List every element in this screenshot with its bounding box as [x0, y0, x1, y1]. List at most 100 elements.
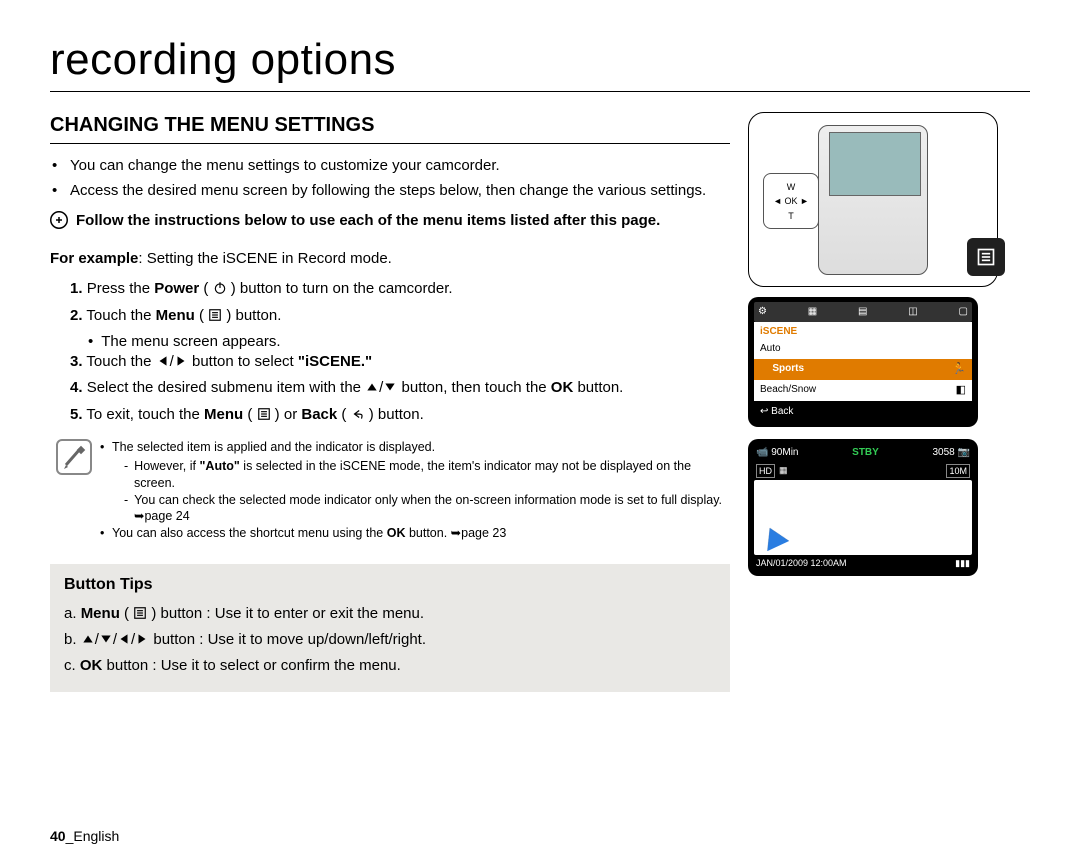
battery-icon: ▮▮▮: [955, 557, 970, 569]
step-2-sub: The menu screen appears.: [70, 332, 730, 352]
page-title: recording options: [50, 30, 1030, 92]
left-triangle-icon: [117, 632, 131, 646]
t: button.: [573, 379, 623, 396]
device-illustration: [748, 112, 998, 287]
intro-item: Access the desired menu screen by follow…: [70, 181, 730, 201]
viewfinder: [754, 480, 972, 555]
up-triangle-icon: [365, 380, 379, 394]
step-2: 2. Touch the Menu ( ) button.: [70, 306, 730, 326]
menu-icon: [257, 407, 271, 421]
t: Power: [154, 280, 199, 297]
down-triangle-icon: [383, 380, 397, 394]
back-icon: [351, 407, 365, 421]
note-icon: [56, 439, 92, 475]
menu-icon: [208, 308, 222, 322]
t: a.: [64, 605, 81, 622]
grid-icon: ▦: [779, 464, 788, 478]
t: (: [337, 406, 350, 423]
t: Touch the: [86, 307, 155, 324]
runner-icon: 🏃: [952, 362, 966, 377]
record-screen-preview: 📹 90Min STBY 3058 📷 HD ▦ 10M JAN/01/2009…: [748, 439, 978, 576]
t: You can also access the shortcut menu us…: [112, 526, 387, 540]
menu-item-beachsnow: Beach/Snow◧: [754, 380, 972, 401]
t: ) button : Use it to enter or exit the m…: [147, 605, 424, 622]
t: c.: [64, 657, 80, 674]
page-lang: English: [73, 828, 119, 844]
t: 3058: [933, 447, 955, 458]
example-line: For example: Setting the iSCENE in Recor…: [50, 249, 730, 269]
tips-title: Button Tips: [64, 574, 716, 596]
t: To exit, touch the: [86, 406, 204, 423]
t: button : Use it to select or confirm the…: [102, 657, 400, 674]
t: button : Use it to move up/down/left/rig…: [149, 631, 426, 648]
t: (: [199, 280, 212, 297]
precheck-note: Follow the instructions below to use eac…: [50, 211, 730, 231]
step-5: 5. To exit, touch the Menu ( ) or Back (…: [70, 405, 730, 425]
hd-icon: HD: [756, 464, 775, 478]
note-sub: However, if "Auto" is selected in the iS…: [112, 458, 730, 492]
rec-time: 📹 90Min: [756, 446, 798, 460]
tab-icon: ▦: [808, 305, 817, 319]
page-number: 40: [50, 828, 66, 844]
dpad-illustration: [763, 173, 819, 229]
t: (: [120, 605, 133, 622]
t: button to select: [188, 353, 298, 370]
t: Back: [771, 406, 793, 417]
gear-icon: ⚙: [758, 305, 767, 319]
down-triangle-icon: [99, 632, 113, 646]
menu-screen-preview: ⚙ ▦ ▤ ◫ ▢ iSCENE Auto ✔Sports🏃 Beach/Sno…: [748, 297, 978, 427]
t: 90Min: [771, 447, 798, 458]
t: ) button.: [222, 307, 281, 324]
step-3: 3. Touch the / button to select "iSCENE.…: [70, 352, 730, 372]
menu-icon: [133, 606, 147, 620]
precheck-arrow-icon: [50, 211, 68, 229]
camcorder-illustration: [818, 125, 928, 275]
t: Auto: [760, 342, 781, 356]
t: button, then touch the: [397, 379, 550, 396]
datetime: JAN/01/2009 12:00AM: [756, 557, 847, 569]
menu-item-auto: Auto: [754, 339, 972, 359]
t: OK: [387, 526, 406, 540]
section-heading: CHANGING THE MENU SETTINGS: [50, 112, 730, 144]
step-1: 1. Press the Power ( ) button to turn on…: [70, 279, 730, 299]
note-sub: You can check the selected mode indicato…: [112, 492, 730, 526]
t: "Auto": [199, 459, 239, 473]
menu-back: ↩ Back: [754, 401, 972, 423]
t: Menu: [204, 406, 243, 423]
beach-icon: ◧: [956, 383, 966, 398]
tab-icon: ▤: [858, 305, 867, 319]
note-item: You can also access the shortcut menu us…: [112, 525, 730, 542]
menu-badge-icon: [967, 238, 1005, 276]
t: (: [243, 406, 256, 423]
t: Menu: [81, 605, 120, 622]
t: "iSCENE.": [298, 353, 372, 370]
page-footer: 40_English: [50, 827, 119, 846]
tab-icon: ◫: [908, 305, 917, 319]
right-triangle-icon: [174, 354, 188, 368]
tip-b: b. /// button : Use it to move up/down/l…: [64, 630, 716, 650]
tip-c: c. OK button : Use it to select or confi…: [64, 656, 716, 676]
precheck-text: Follow the instructions below to use eac…: [76, 211, 660, 231]
t: Select the desired submenu item with the: [87, 379, 365, 396]
example-label: For example: [50, 250, 138, 267]
t: ) button to turn on the camcorder.: [227, 280, 453, 297]
t: OK: [551, 379, 574, 396]
t: ) or: [271, 406, 302, 423]
t: (: [195, 307, 208, 324]
iscene-label: iSCENE: [754, 322, 972, 340]
t: b.: [64, 631, 81, 648]
right-triangle-icon: [135, 632, 149, 646]
note-item: The selected item is applied and the ind…: [112, 439, 730, 456]
up-triangle-icon: [81, 632, 95, 646]
left-triangle-icon: [156, 354, 170, 368]
note-block: The selected item is applied and the ind…: [50, 439, 730, 544]
t: Menu: [156, 307, 195, 324]
t: However, if: [134, 459, 199, 473]
menu-item-sports: ✔Sports🏃: [754, 359, 972, 380]
stby-label: STBY: [852, 446, 879, 460]
step-4: 4. Select the desired submenu item with …: [70, 378, 730, 398]
button-tips-box: Button Tips a. Menu ( ) button : Use it …: [50, 564, 730, 692]
intro-item: You can change the menu settings to cust…: [70, 156, 730, 176]
menu-top-tabs: ⚙ ▦ ▤ ◫ ▢: [754, 302, 972, 322]
rec-count: 3058 📷: [933, 446, 970, 460]
